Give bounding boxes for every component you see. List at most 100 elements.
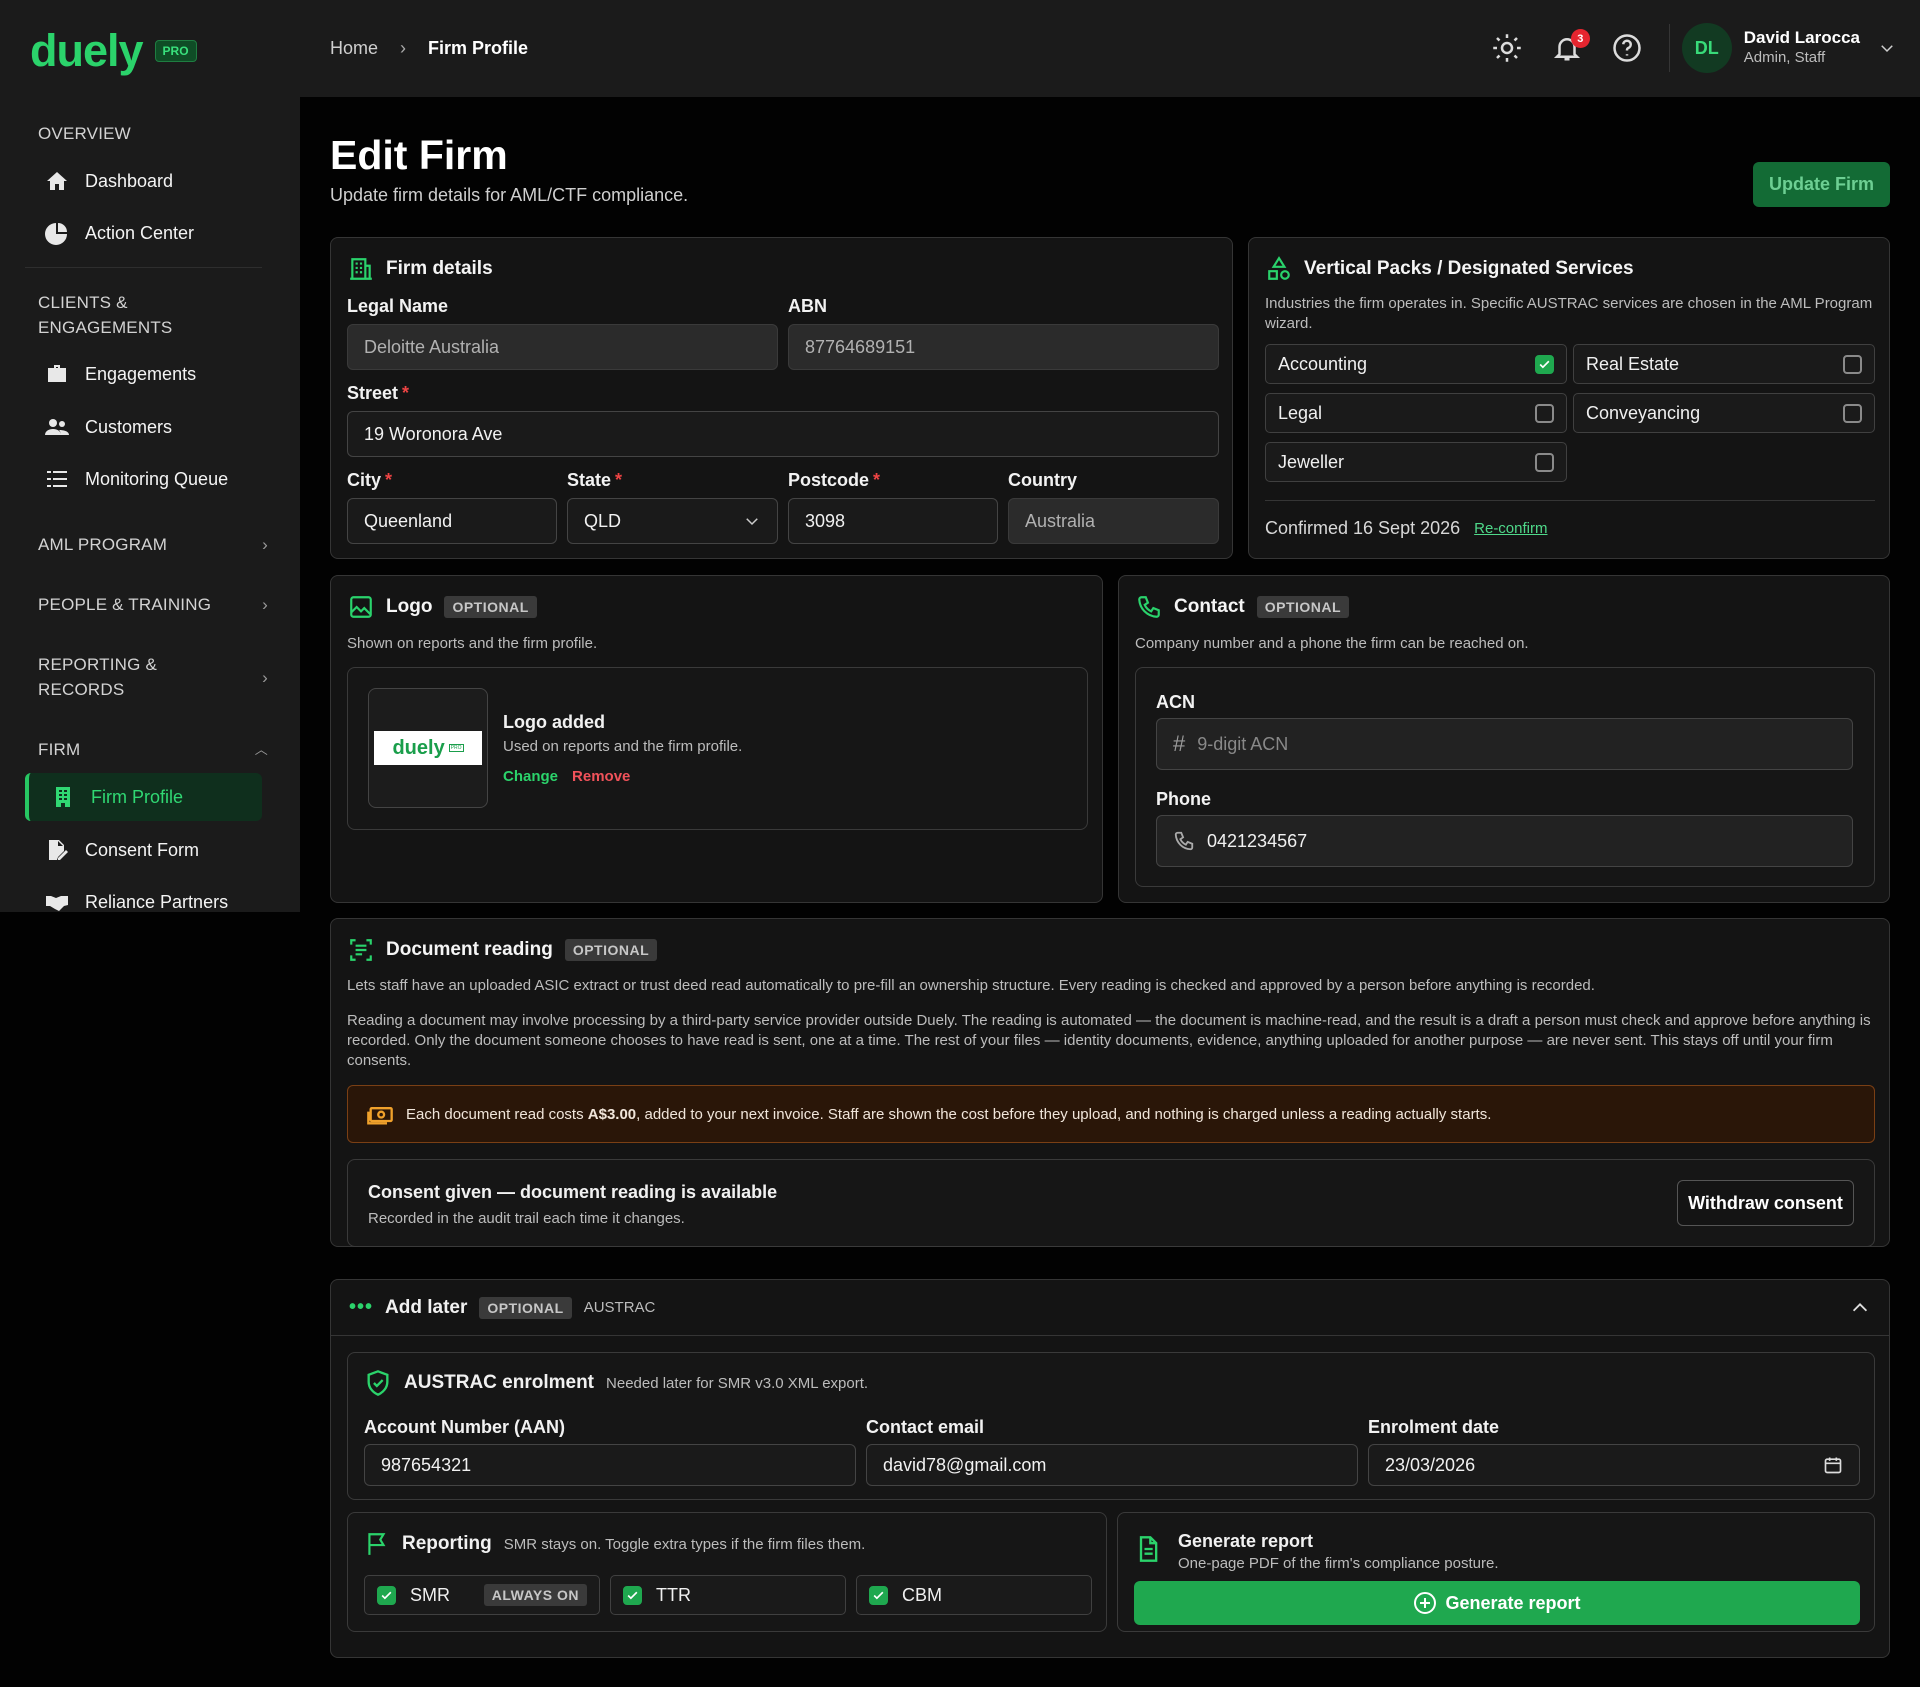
chevron-up-icon: ︿ bbox=[254, 742, 268, 757]
update-firm-button[interactable]: Update Firm bbox=[1753, 162, 1890, 207]
phone-icon bbox=[1138, 596, 1160, 618]
generate-report-label: Generate report bbox=[1445, 1592, 1581, 1613]
nav-section-label: REPORTING & RECORDS bbox=[38, 655, 158, 699]
abn-field[interactable]: 87764689151 bbox=[788, 324, 1219, 370]
checkbox-checked[interactable] bbox=[623, 1585, 642, 1605]
consent-subtitle: Recorded in the audit trail each time it… bbox=[368, 1210, 685, 1227]
top-divider bbox=[1668, 24, 1670, 72]
checkbox-checked bbox=[377, 1585, 396, 1605]
breadcrumb-current: Firm Profile bbox=[428, 38, 529, 58]
card-title: Logo OPTIONAL bbox=[348, 594, 537, 620]
briefcase-icon bbox=[48, 365, 66, 382]
state-select[interactable]: QLD bbox=[567, 498, 778, 544]
help-circle-icon bbox=[1613, 34, 1641, 62]
generate-report-button[interactable]: Generate report bbox=[1134, 1581, 1860, 1625]
top-bar: Home › Firm Profile 3 DL David Larocca A… bbox=[300, 0, 1920, 97]
sidebar-item-customers[interactable]: Customers bbox=[25, 403, 262, 451]
acn-field[interactable]: # 9-digit ACN bbox=[1156, 718, 1853, 770]
sidebar-item-consent-form[interactable]: Consent Form bbox=[25, 826, 262, 874]
checkbox[interactable] bbox=[1843, 354, 1862, 374]
nav-section-firm[interactable]: FIRM ︿ bbox=[38, 737, 268, 762]
chevron-down-icon[interactable] bbox=[1878, 39, 1896, 57]
nav-section-reporting[interactable]: REPORTING & RECORDS › bbox=[38, 652, 268, 702]
sidebar-item-firm-profile[interactable]: Firm Profile bbox=[25, 773, 262, 821]
sidebar-item-dashboard[interactable]: Dashboard bbox=[25, 157, 262, 205]
phone-field[interactable]: 0421234567 bbox=[1156, 815, 1853, 867]
add-later-header[interactable]: ••• Add later OPTIONAL AUSTRAC bbox=[331, 1280, 1889, 1336]
aan-field[interactable]: 987654321 bbox=[364, 1444, 856, 1486]
austrac-enrolment-panel: AUSTRAC enrolment Needed later for SMR v… bbox=[347, 1352, 1875, 1500]
nav-section-label: FIRM bbox=[38, 740, 81, 759]
logo-image-badge: PRO bbox=[448, 744, 464, 752]
checkbox[interactable] bbox=[1535, 403, 1554, 423]
document-reading-card: Document reading OPTIONAL Lets staff hav… bbox=[330, 918, 1890, 1247]
checkbox[interactable] bbox=[1843, 403, 1862, 423]
checkbox-checked[interactable] bbox=[1535, 354, 1554, 374]
austrac-heading: AUSTRAC enrolment Needed later for SMR v… bbox=[364, 1369, 868, 1397]
vertical-accounting[interactable]: Accounting bbox=[1265, 344, 1567, 384]
reconfirm-link[interactable]: Re-confirm bbox=[1474, 520, 1547, 537]
doc-reading-intro: Lets staff have an uploaded ASIC extract… bbox=[347, 977, 1595, 994]
sidebar-item-reliance[interactable]: Reliance Partners bbox=[25, 878, 262, 912]
breadcrumb-home[interactable]: Home bbox=[330, 38, 378, 59]
vertical-legal[interactable]: Legal bbox=[1265, 393, 1567, 433]
confirmed-text: Confirmed 16 Sept 2026 bbox=[1265, 518, 1461, 538]
calendar-icon[interactable] bbox=[1823, 1455, 1843, 1475]
file-signature-icon bbox=[49, 840, 68, 860]
doc-reading-disclosure: Reading a document may involve processin… bbox=[347, 1012, 1871, 1069]
checkbox[interactable] bbox=[1535, 452, 1554, 472]
pro-badge: PRO bbox=[154, 39, 197, 62]
page-title: Edit Firm bbox=[330, 132, 508, 178]
contact-email-field[interactable]: david78@gmail.com bbox=[866, 1444, 1358, 1486]
file-text-icon bbox=[1139, 1536, 1158, 1562]
austrac-title: AUSTRAC enrolment bbox=[404, 1372, 595, 1393]
sun-icon bbox=[1493, 34, 1521, 62]
nav-section-aml[interactable]: AML PROGRAM › bbox=[38, 532, 268, 557]
logo-card: Logo OPTIONAL Shown on reports and the f… bbox=[330, 575, 1103, 903]
report-type-cbm[interactable]: CBM bbox=[856, 1575, 1092, 1615]
brand-logo[interactable]: duely PRO bbox=[30, 28, 197, 73]
nav-section-people[interactable]: PEOPLE & TRAINING › bbox=[38, 592, 268, 617]
always-on-badge: ALWAYS ON bbox=[483, 1584, 587, 1606]
abn-label: ABN bbox=[788, 296, 827, 316]
sidebar-item-label: Consent Form bbox=[85, 839, 200, 860]
card-title: Document reading OPTIONAL bbox=[348, 937, 658, 963]
help-button[interactable] bbox=[1597, 20, 1657, 76]
divider bbox=[1265, 500, 1875, 501]
street-field[interactable]: 19 Woronora Ave bbox=[347, 411, 1219, 457]
confirmation-row: Confirmed 16 Sept 2026 Re-confirm bbox=[1265, 518, 1548, 539]
vertical-conveyancing[interactable]: Conveyancing bbox=[1573, 393, 1875, 433]
chevron-up-icon[interactable] bbox=[1849, 1297, 1871, 1319]
report-type-smr[interactable]: SMR ALWAYS ON bbox=[364, 1575, 600, 1615]
legal-name-label: Legal Name bbox=[347, 296, 449, 316]
remove-logo-button[interactable]: Remove bbox=[572, 768, 630, 785]
postcode-field[interactable]: 3098 bbox=[788, 498, 998, 544]
country-field[interactable]: Australia bbox=[1008, 498, 1219, 544]
avatar[interactable]: DL bbox=[1681, 23, 1732, 73]
legal-name-field[interactable]: Deloitte Australia bbox=[347, 324, 778, 370]
sidebar-item-action-center[interactable]: Action Center bbox=[25, 209, 262, 257]
logo-thumbnail: duely PRO bbox=[368, 688, 488, 808]
shapes-icon bbox=[1268, 256, 1290, 280]
enrolment-date-field[interactable]: 23/03/2026 bbox=[1368, 1444, 1860, 1486]
building-icon bbox=[350, 258, 372, 280]
vertical-jeweller[interactable]: Jeweller bbox=[1265, 442, 1567, 482]
user-name: David Larocca bbox=[1743, 28, 1860, 47]
enrolment-date-value: 23/03/2026 bbox=[1385, 1454, 1476, 1475]
notifications-button[interactable]: 3 bbox=[1537, 20, 1597, 76]
vertical-packs-card: Vertical Packs / Designated Services Ind… bbox=[1248, 237, 1890, 559]
report-type-ttr[interactable]: TTR bbox=[610, 1575, 846, 1615]
sidebar-item-engagements[interactable]: Engagements bbox=[25, 350, 262, 398]
logo-image: duely PRO bbox=[374, 731, 482, 765]
withdraw-consent-button[interactable]: Withdraw consent bbox=[1677, 1180, 1854, 1226]
list-check-icon bbox=[47, 471, 67, 487]
checkbox-checked[interactable] bbox=[869, 1585, 888, 1605]
cost-amount: A$3.00 bbox=[587, 1105, 637, 1123]
change-logo-button[interactable]: Change bbox=[503, 768, 558, 785]
theme-toggle-button[interactable] bbox=[1477, 20, 1537, 76]
vertical-real-estate[interactable]: Real Estate bbox=[1573, 344, 1875, 384]
sidebar-item-monitoring[interactable]: Monitoring Queue bbox=[25, 455, 262, 503]
pie-chart-icon bbox=[45, 223, 67, 245]
city-field[interactable]: Queenland bbox=[347, 498, 557, 544]
user-info[interactable]: David Larocca Admin, Staff bbox=[1744, 28, 1860, 68]
